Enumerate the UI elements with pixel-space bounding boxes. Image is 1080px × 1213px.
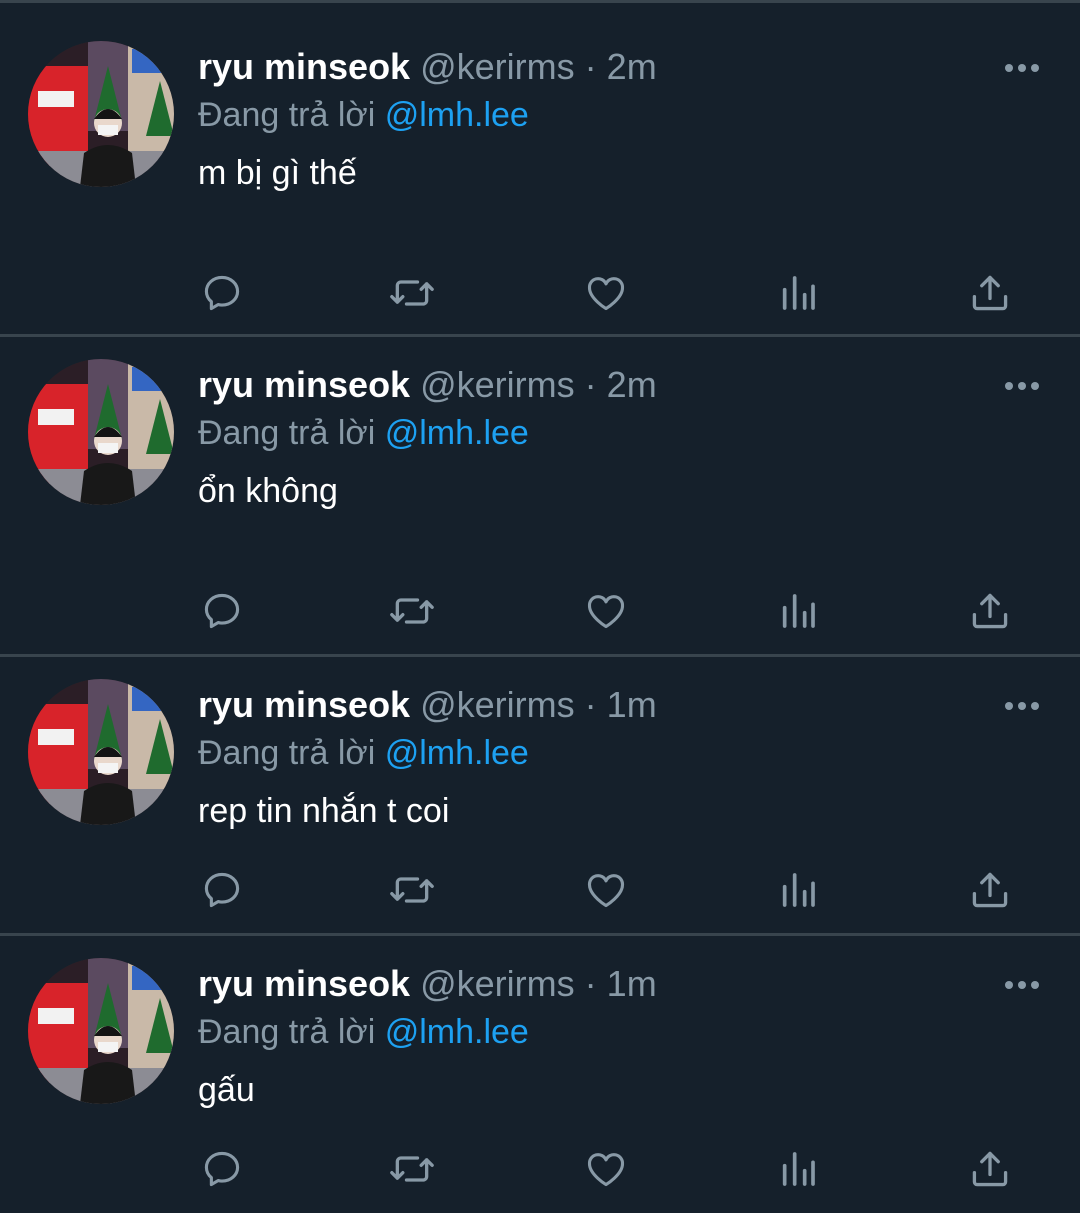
tweet-text: m bị gì thế (198, 154, 357, 192)
like-icon[interactable] (582, 1145, 630, 1193)
avatar[interactable] (28, 359, 174, 505)
share-icon[interactable] (966, 1145, 1014, 1193)
tweet-text: gấu (198, 1071, 255, 1109)
more-icon[interactable] (1000, 53, 1044, 83)
analytics-icon[interactable] (774, 587, 822, 635)
avatar[interactable] (28, 679, 174, 825)
tweet-time[interactable]: 2m (607, 46, 657, 87)
reply-icon[interactable] (198, 269, 246, 317)
replying-to: Đang trả lời @lmh.lee (198, 91, 1080, 139)
separator-dot: · (584, 364, 597, 405)
analytics-icon[interactable] (774, 866, 822, 914)
reply-mention-link[interactable]: @lmh.lee (385, 96, 529, 134)
tweet-header: ryu minseok @kerirms · 2m (198, 43, 1080, 91)
tweet-text: ổn không (198, 472, 338, 510)
analytics-icon[interactable] (774, 269, 822, 317)
tweet-time[interactable]: 1m (607, 963, 657, 1004)
reply-icon[interactable] (198, 1145, 246, 1193)
tweet-actions (198, 866, 1028, 914)
reply-mention-link[interactable]: @lmh.lee (385, 734, 529, 772)
like-icon[interactable] (582, 269, 630, 317)
replying-to-label: Đang trả lời (198, 1013, 376, 1051)
replying-to-label: Đang trả lời (198, 96, 376, 134)
reply-icon[interactable] (198, 866, 246, 914)
retweet-icon[interactable] (388, 1145, 436, 1193)
share-icon[interactable] (966, 866, 1014, 914)
tweet-actions (198, 587, 1028, 635)
share-icon[interactable] (966, 269, 1014, 317)
replying-to: Đang trả lời @lmh.lee (198, 1008, 1080, 1056)
analytics-icon[interactable] (774, 1145, 822, 1193)
user-handle[interactable]: @kerirms (420, 46, 575, 87)
retweet-icon[interactable] (388, 587, 436, 635)
display-name[interactable]: ryu minseok (198, 963, 410, 1004)
tweet-actions (198, 1145, 1028, 1193)
like-icon[interactable] (582, 587, 630, 635)
tweet-time[interactable]: 2m (607, 364, 657, 405)
tweet-time[interactable]: 1m (607, 684, 657, 725)
separator-dot: · (584, 684, 597, 725)
display-name[interactable]: ryu minseok (198, 46, 410, 87)
tweet[interactable]: ryu minseok @kerirms · 1m Đang trả lời @… (0, 936, 1080, 1213)
tweet-text: rep tin nhắn t coi (198, 792, 450, 830)
replying-to: Đang trả lời @lmh.lee (198, 409, 1080, 457)
more-icon[interactable] (1000, 691, 1044, 721)
replying-to-label: Đang trả lời (198, 734, 376, 772)
display-name[interactable]: ryu minseok (198, 684, 410, 725)
replying-to: Đang trả lời @lmh.lee (198, 729, 1080, 777)
tweet-content: ryu minseok @kerirms · 1m Đang trả lời @… (198, 960, 1080, 1114)
tweet[interactable]: ryu minseok @kerirms · 2m Đang trả lời @… (0, 337, 1080, 657)
user-handle[interactable]: @kerirms (420, 364, 575, 405)
reply-mention-link[interactable]: @lmh.lee (385, 414, 529, 452)
share-icon[interactable] (966, 587, 1014, 635)
tweet-header: ryu minseok @kerirms · 1m (198, 960, 1080, 1008)
user-handle[interactable]: @kerirms (420, 963, 575, 1004)
tweet-content: ryu minseok @kerirms · 2m Đang trả lời @… (198, 361, 1080, 515)
avatar[interactable] (28, 41, 174, 187)
tweet[interactable]: ryu minseok @kerirms · 1m Đang trả lời @… (0, 657, 1080, 936)
tweet[interactable]: ryu minseok @kerirms · 2m Đang trả lời @… (0, 3, 1080, 337)
like-icon[interactable] (582, 866, 630, 914)
avatar[interactable] (28, 958, 174, 1104)
display-name[interactable]: ryu minseok (198, 364, 410, 405)
more-icon[interactable] (1000, 970, 1044, 1000)
more-icon[interactable] (1000, 371, 1044, 401)
replying-to-label: Đang trả lời (198, 414, 376, 452)
tweet-content: ryu minseok @kerirms · 2m Đang trả lời @… (198, 43, 1080, 197)
tweet-header: ryu minseok @kerirms · 2m (198, 361, 1080, 409)
tweet-header: ryu minseok @kerirms · 1m (198, 681, 1080, 729)
user-handle[interactable]: @kerirms (420, 684, 575, 725)
reply-mention-link[interactable]: @lmh.lee (385, 1013, 529, 1051)
tweet-actions (198, 269, 1028, 317)
retweet-icon[interactable] (388, 866, 436, 914)
tweet-content: ryu minseok @kerirms · 1m Đang trả lời @… (198, 681, 1080, 835)
separator-dot: · (584, 963, 597, 1004)
separator-dot: · (584, 46, 597, 87)
retweet-icon[interactable] (388, 269, 436, 317)
reply-icon[interactable] (198, 587, 246, 635)
